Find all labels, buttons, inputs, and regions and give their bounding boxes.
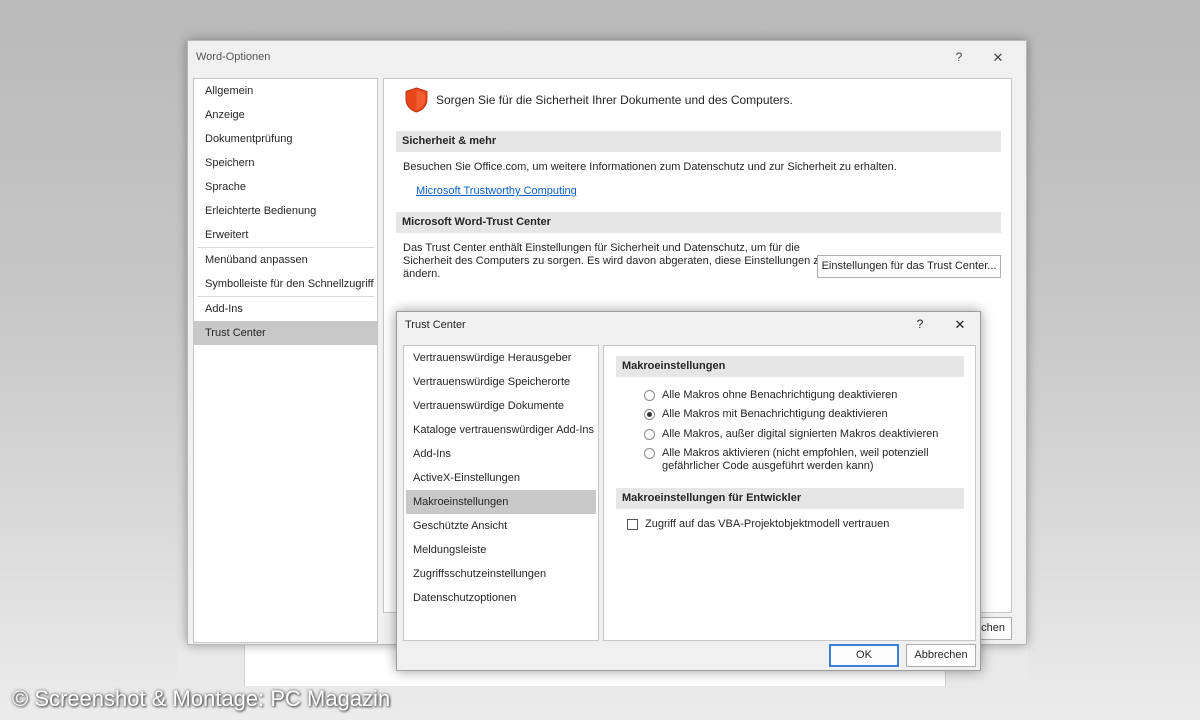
nav-item-add-ins[interactable]: Add-Ins [194,297,377,321]
nav-item-anzeige[interactable]: Anzeige [194,103,377,127]
section-text-trust-center-1: Das Trust Center enthält Einstellungen f… [403,242,800,254]
radio-button[interactable] [644,448,655,459]
trust-center-content: Makroeinstellungen Alle Makros ohne Bena… [603,345,976,641]
tc-nav-item-speicherorte[interactable]: Vertrauenswürdige Speicherorte [404,370,598,394]
section-header-trust-center: Microsoft Word-Trust Center [396,212,1001,233]
cancel-button[interactable]: Abbrechen [906,644,976,667]
radio-label: Alle Makros, außer digital signierten Ma… [662,428,939,440]
trust-center-help-button[interactable]: ? [913,317,927,331]
section-text-trust-center-3: ändern. [403,268,441,280]
section-text-sicherheit: Besuchen Sie Office.com, um weitere Info… [403,161,897,173]
word-options-help-button[interactable]: ? [952,50,966,64]
word-options-close-button[interactable]: ✕ [990,50,1006,66]
nav-item-erweitert[interactable]: Erweitert [194,223,377,247]
tc-nav-item-add-ins[interactable]: Add-Ins [404,442,598,466]
nav-item-erleichterte-bedienung[interactable]: Erleichterte Bedienung [194,199,377,223]
tc-nav-item-geschuetzte-ansicht[interactable]: Geschützte Ansicht [404,514,598,538]
tc-nav-item-kataloge[interactable]: Kataloge vertrauenswürdiger Add-Ins [404,418,598,442]
radio-label: Alle Makros aktivieren (nicht empfohlen,… [662,447,929,459]
trust-center-close-button[interactable]: ✕ [952,317,968,333]
radio-label: Alle Makros mit Benachrichtigung deaktiv… [662,408,888,420]
tc-nav-item-herausgeber[interactable]: Vertrauenswürdige Herausgeber [404,346,598,370]
word-options-nav: Allgemein Anzeige Dokumentprüfung Speich… [193,78,378,643]
nav-item-allgemein[interactable]: Allgemein [194,79,377,103]
radio-button[interactable] [644,390,655,401]
trust-center-nav: Vertrauenswürdige Herausgeber Vertrauens… [403,345,599,641]
vba-trust-checkbox[interactable] [627,519,638,530]
tc-nav-item-activex[interactable]: ActiveX-Einstellungen [404,466,598,490]
macro-settings-header: Makroeinstellungen [616,356,964,377]
nav-item-symbolleiste[interactable]: Symbolleiste für den Schnellzugriff [194,272,377,296]
nav-item-menueband-anpassen[interactable]: Menüband anpassen [194,248,377,272]
vba-trust-label: Zugriff auf das VBA-Projektobjektmodell … [645,518,890,530]
nav-item-speichern[interactable]: Speichern [194,151,377,175]
section-header-sicherheit: Sicherheit & mehr [396,131,1001,152]
page-heading: Sorgen Sie für die Sicherheit Ihrer Doku… [436,93,793,107]
trust-center-title: Trust Center [405,319,466,331]
radio-label-line2: gefährlicher Code ausgeführt werden kann… [662,460,874,472]
tc-nav-item-datenschutz[interactable]: Datenschutzoptionen [404,586,598,610]
tc-nav-item-meldungsleiste[interactable]: Meldungsleiste [404,538,598,562]
copyright-watermark: © Screenshot & Montage: PC Magazin [12,686,391,711]
nav-item-trust-center[interactable]: Trust Center [194,321,377,345]
nav-item-dokumentpruefung[interactable]: Dokumentprüfung [194,127,377,151]
nav-item-sprache[interactable]: Sprache [194,175,377,199]
section-text-trust-center-2: Sicherheit des Computers zu sorgen. Es w… [403,255,825,267]
trust-center-dialog: Trust Center ? ✕ Vertrauenswürdige Herau… [396,311,981,671]
radio-button[interactable] [644,429,655,440]
word-options-title: Word-Optionen [196,51,271,63]
ok-button[interactable]: OK [829,644,899,667]
shield-icon [405,87,428,113]
tc-nav-item-zugriffsschutz[interactable]: Zugriffsschutzeinstellungen [404,562,598,586]
tc-nav-item-dokumente[interactable]: Vertrauenswürdige Dokumente [404,394,598,418]
tc-nav-item-makroeinstellungen[interactable]: Makroeinstellungen [406,490,596,514]
radio-button-selected[interactable] [644,409,655,420]
developer-macro-settings-header: Makroeinstellungen für Entwickler [616,488,964,509]
radio-label: Alle Makros ohne Benachrichtigung deakti… [662,389,898,401]
trustworthy-computing-link[interactable]: Microsoft Trustworthy Computing [416,185,577,197]
trust-center-settings-button[interactable]: Einstellungen für das Trust Center... [817,255,1001,278]
